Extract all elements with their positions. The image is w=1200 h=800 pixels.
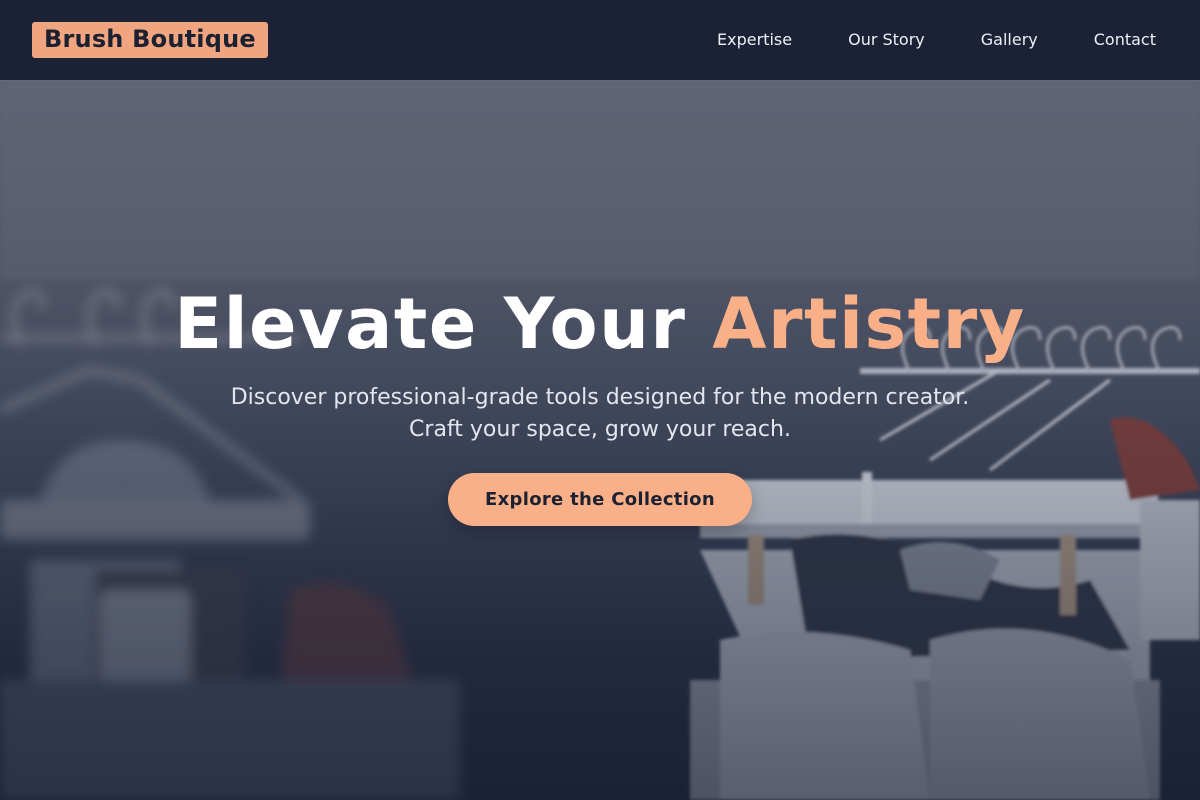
top-navbar: Brush Boutique Expertise Our Story Galle… bbox=[0, 0, 1200, 80]
hero-title-main: Elevate Your bbox=[174, 283, 713, 365]
hero-subtitle-line-1: Discover professional-grade tools design… bbox=[230, 385, 970, 410]
nav-link-our-story[interactable]: Our Story bbox=[848, 30, 925, 50]
hero-title: Elevate Your Artistry bbox=[0, 284, 1200, 364]
main-nav: Expertise Our Story Gallery Contact bbox=[661, 30, 1156, 50]
explore-collection-button[interactable]: Explore the Collection bbox=[448, 473, 752, 526]
nav-link-gallery[interactable]: Gallery bbox=[981, 30, 1038, 50]
nav-link-contact[interactable]: Contact bbox=[1094, 30, 1156, 50]
hero-subtitle-line-2: Craft your space, grow your reach. bbox=[409, 417, 791, 442]
hero-title-accent: Artistry bbox=[712, 283, 1026, 365]
hero-subtitle: Discover professional-grade tools design… bbox=[0, 382, 1200, 446]
nav-link-expertise[interactable]: Expertise bbox=[717, 30, 792, 50]
brand-logo[interactable]: Brush Boutique bbox=[32, 22, 268, 58]
